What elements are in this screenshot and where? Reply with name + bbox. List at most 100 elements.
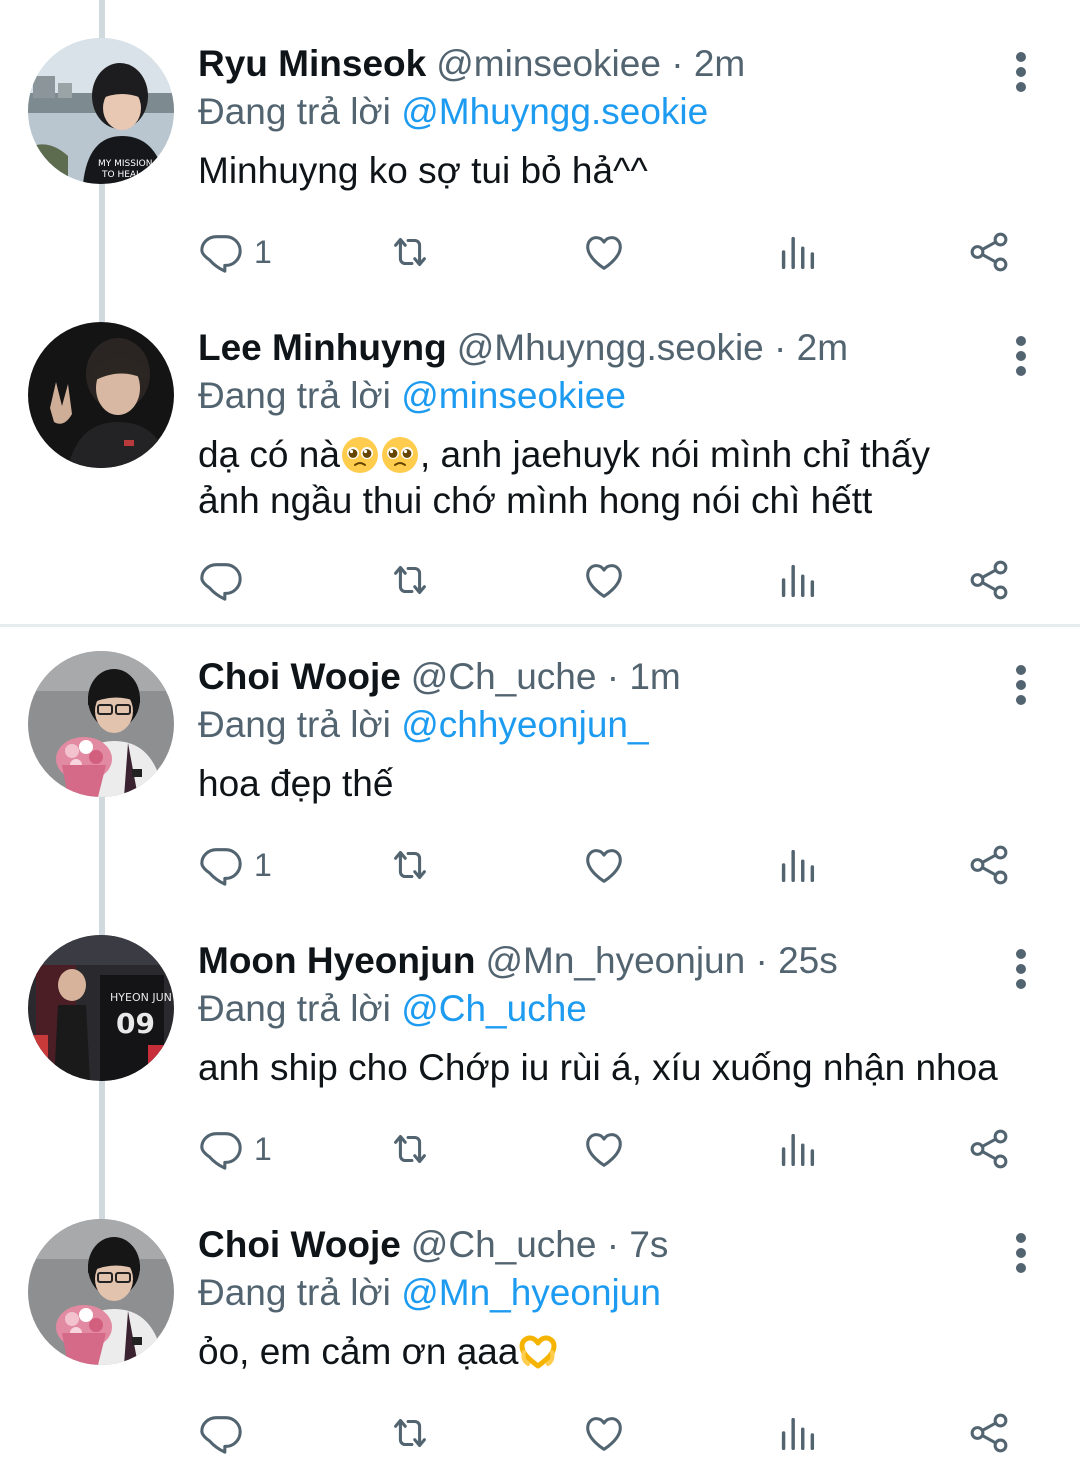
like-button[interactable] bbox=[581, 839, 627, 891]
like-button[interactable] bbox=[581, 1407, 627, 1459]
svg-text:MY MISSION: MY MISSION bbox=[98, 159, 152, 169]
tweet[interactable]: Choi Wooje @Ch_uche · 7s Đang trả lời @Mn… bbox=[0, 1219, 1080, 1475]
retweet-button[interactable] bbox=[386, 839, 434, 891]
tweet[interactable]: Lee Minhuyng @Mhuyngg.seokie · 2m Đang tr… bbox=[0, 322, 1080, 612]
timestamp[interactable]: 7s bbox=[629, 1224, 668, 1265]
views-button[interactable] bbox=[774, 1407, 820, 1459]
heart-icon bbox=[586, 564, 622, 598]
like-button[interactable] bbox=[581, 1123, 627, 1175]
tweet-text: Minhuyng ko sợ tui bỏ hả^^ bbox=[198, 150, 648, 191]
handle[interactable]: @Mhuyngg.seokie bbox=[457, 327, 764, 368]
share-button[interactable] bbox=[966, 554, 1012, 606]
tweet-actions: 1 bbox=[198, 1123, 1048, 1175]
views-icon bbox=[781, 236, 815, 270]
timestamp[interactable]: 25s bbox=[778, 940, 838, 981]
tweet-header: Choi Wooje @Ch_uche · 1m bbox=[198, 655, 1060, 699]
more-vertical-icon[interactable] bbox=[1004, 326, 1038, 386]
display-name[interactable]: Lee Minhuyng bbox=[198, 327, 447, 368]
share-button[interactable] bbox=[966, 226, 1012, 278]
timestamp[interactable]: 1m bbox=[629, 656, 680, 697]
svg-text:09: 09 bbox=[116, 1007, 155, 1040]
tweet[interactable]: Choi Wooje @Ch_uche · 1m Đang trả lời @ch… bbox=[0, 651, 1080, 931]
views-icon bbox=[781, 1417, 815, 1451]
handle[interactable]: @Mn_hyeonjun bbox=[485, 940, 745, 981]
display-name[interactable]: Choi Wooje bbox=[198, 1224, 401, 1265]
tweet-actions: 1 bbox=[198, 839, 1048, 891]
more-vertical-icon[interactable] bbox=[1004, 42, 1038, 102]
views-button[interactable] bbox=[774, 1123, 820, 1175]
like-button[interactable] bbox=[581, 226, 627, 278]
retweet-button[interactable] bbox=[386, 1123, 434, 1175]
mention-link[interactable]: @Mhuyngg.seokie bbox=[401, 91, 708, 132]
retweet-button[interactable] bbox=[386, 554, 434, 606]
views-button[interactable] bbox=[774, 554, 820, 606]
like-button[interactable] bbox=[581, 554, 627, 606]
tweet[interactable]: HYEON JUN 09 Moon Hyeonjun @Mn_hyeonjun ·… bbox=[0, 935, 1080, 1215]
reply-icon bbox=[200, 1132, 242, 1170]
more-vertical-icon[interactable] bbox=[1004, 655, 1038, 715]
tweet[interactable]: MY MISSION TO HEAL Ryu Minseok @minseokie… bbox=[0, 38, 1080, 318]
thread-separator bbox=[0, 624, 1080, 627]
retweet-button[interactable] bbox=[386, 1407, 434, 1459]
tweet-text-part: ảnh ngầu thui chớ mình hong nói chì hếtt bbox=[198, 480, 873, 521]
replying-label: Đang trả lời bbox=[198, 988, 391, 1029]
heart-icon bbox=[586, 1417, 622, 1451]
mention-link[interactable]: @Ch_uche bbox=[401, 988, 587, 1029]
views-icon bbox=[781, 849, 815, 883]
replying-to: Đang trả lời @chhyeonjun_ bbox=[198, 703, 1060, 747]
display-name[interactable]: Ryu Minseok bbox=[198, 43, 426, 84]
reply-button[interactable] bbox=[198, 1407, 254, 1459]
reply-button[interactable]: 1 bbox=[198, 226, 272, 278]
tweet-header: Moon Hyeonjun @Mn_hyeonjun · 25s bbox=[198, 939, 1060, 983]
share-icon bbox=[970, 1129, 1008, 1169]
retweet-button[interactable] bbox=[386, 226, 434, 278]
timestamp[interactable]: 2m bbox=[694, 43, 745, 84]
handle[interactable]: @Ch_uche bbox=[411, 1224, 597, 1265]
handle-time: @Ch_uche · 7s bbox=[410, 1224, 669, 1265]
more-vertical-icon[interactable] bbox=[1004, 939, 1038, 999]
more-vertical-icon[interactable] bbox=[1004, 1223, 1038, 1283]
handle[interactable]: @minseokiee bbox=[436, 43, 661, 84]
avatar[interactable] bbox=[28, 322, 174, 468]
reply-count: 1 bbox=[254, 233, 272, 270]
share-button[interactable] bbox=[966, 1123, 1012, 1175]
reply-count: 1 bbox=[254, 846, 272, 883]
share-button[interactable] bbox=[966, 839, 1012, 891]
handle[interactable]: @Ch_uche bbox=[411, 656, 597, 697]
reply-icon bbox=[200, 563, 242, 601]
share-button[interactable] bbox=[966, 1407, 1012, 1459]
reply-button[interactable] bbox=[198, 554, 254, 606]
replying-to: Đang trả lời @Mn_hyeonjun bbox=[198, 1271, 1060, 1315]
tweet-actions bbox=[198, 1407, 1048, 1459]
reply-button[interactable]: 1 bbox=[198, 1123, 272, 1175]
tweet-text: hoa đẹp thế bbox=[198, 763, 394, 804]
handle-time: @Ch_uche · 1m bbox=[410, 656, 681, 697]
tweet-text-part: , anh jaehuyk nói mình chỉ thấy bbox=[419, 434, 931, 475]
views-icon bbox=[781, 1133, 815, 1167]
avatar[interactable]: HYEON JUN 09 bbox=[28, 935, 174, 1081]
mention-link[interactable]: @minseokiee bbox=[401, 375, 626, 416]
pleading-face-emoji bbox=[341, 437, 378, 473]
avatar[interactable] bbox=[28, 1219, 174, 1365]
share-icon bbox=[970, 845, 1008, 885]
retweet-icon bbox=[394, 238, 426, 266]
views-button[interactable] bbox=[774, 839, 820, 891]
mention-link[interactable]: @Mn_hyeonjun bbox=[401, 1272, 661, 1313]
handle-time: @Mn_hyeonjun · 25s bbox=[485, 940, 838, 981]
reply-count: 1 bbox=[254, 1130, 272, 1167]
views-button[interactable] bbox=[774, 226, 820, 278]
replying-to: Đang trả lời @minseokiee bbox=[198, 374, 1060, 418]
mention-link[interactable]: @chhyeonjun_ bbox=[401, 704, 648, 745]
tweet-text: dạ có nà, anh jaehuyk nói mình chỉ thấy … bbox=[198, 432, 1060, 524]
tweet-header: Choi Wooje @Ch_uche · 7s bbox=[198, 1223, 1060, 1267]
handle-time: @minseokiee · 2m bbox=[436, 43, 746, 84]
avatar[interactable]: MY MISSION TO HEAL bbox=[28, 38, 174, 184]
reply-button[interactable]: 1 bbox=[198, 839, 272, 891]
timestamp[interactable]: 2m bbox=[797, 327, 848, 368]
display-name[interactable]: Choi Wooje bbox=[198, 656, 401, 697]
tweet-text-part: dạ có nà bbox=[198, 434, 340, 475]
tweet-header: Ryu Minseok @minseokiee · 2m bbox=[198, 42, 1060, 86]
avatar[interactable] bbox=[28, 651, 174, 797]
share-icon bbox=[970, 232, 1008, 272]
display-name[interactable]: Moon Hyeonjun bbox=[198, 940, 475, 981]
